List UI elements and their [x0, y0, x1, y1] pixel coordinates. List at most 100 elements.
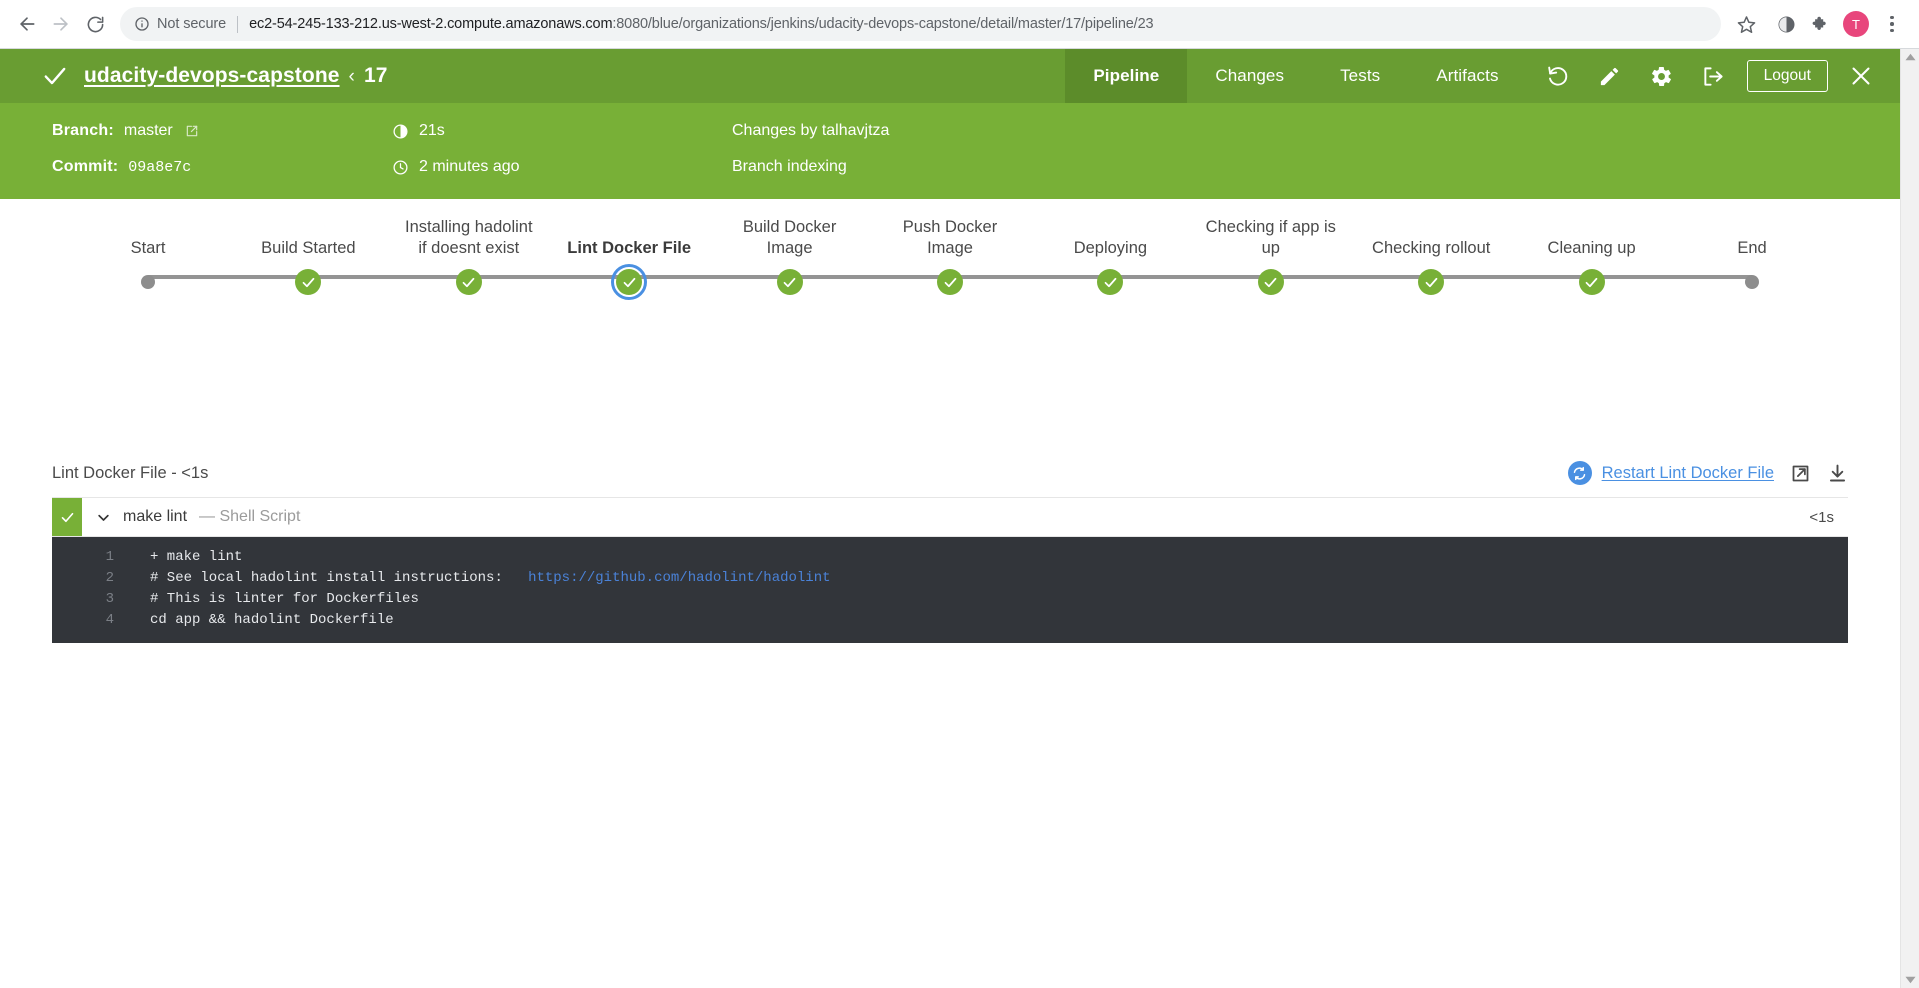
pipeline-stage-label: Push Docker Image — [902, 218, 998, 257]
stage-success-check-icon — [1097, 269, 1124, 295]
meta-cause: Branch indexing — [732, 158, 847, 176]
puzzle-piece-icon — [1812, 16, 1826, 30]
open-log-in-new-window-button[interactable] — [1790, 463, 1811, 484]
open-in-new-icon — [1792, 465, 1809, 481]
pipeline-stage[interactable]: Cleaning up — [1517, 199, 1667, 300]
pipeline-graph: Start Build Started Installing hadolint if … — [0, 199, 1900, 449]
step-name: make lint — [123, 508, 188, 525]
pipeline-stage-node[interactable] — [715, 264, 865, 300]
pipeline-stage-node[interactable] — [1517, 264, 1667, 300]
kebab-menu-icon — [1890, 15, 1894, 33]
pipeline-stage-label: Cleaning up — [1547, 239, 1636, 257]
download-log-button[interactable] — [1827, 463, 1848, 484]
console-link[interactable]: https://github.com/hadolint/hadolint — [528, 568, 830, 589]
exit-to-classic-button[interactable] — [1695, 57, 1733, 95]
forward-button[interactable] — [44, 7, 78, 41]
pipeline-stage[interactable]: Start — [73, 199, 223, 300]
tab-strip-edge — [330, 0, 520, 2]
chevron-down-icon[interactable] — [96, 510, 111, 525]
pipeline-stage[interactable]: Lint Docker File — [554, 199, 704, 300]
close-x-icon — [1852, 67, 1870, 85]
branch-value: master — [123, 122, 173, 139]
pipeline-stage-node[interactable] — [233, 264, 383, 300]
pipeline-stage-node[interactable] — [1196, 264, 1346, 300]
url-path: :8080/blue/organizations/jenkins/udacity… — [612, 16, 1154, 32]
pipeline-stage-node[interactable] — [1356, 264, 1506, 300]
project-name-link[interactable]: udacity-devops-capstone — [84, 64, 340, 88]
pipeline-stage[interactable]: Build Docker Image — [715, 199, 865, 300]
console-line: 2 # See local hadolint install instructio… — [52, 568, 1848, 589]
scroll-down-arrow-icon[interactable] — [1904, 976, 1916, 984]
browser-menu-button[interactable] — [1875, 7, 1909, 41]
browser-toolbar: Not secure ec2-54-245-133-212.us-west-2.… — [0, 0, 1919, 49]
stage-success-check-icon — [295, 269, 322, 295]
pipeline-stage-node[interactable] — [73, 264, 223, 300]
close-run-button[interactable] — [1842, 57, 1880, 95]
rerun-button[interactable] — [1539, 57, 1577, 95]
run-header: udacity-devops-capstone ‹ 17 Pipeline Ch… — [0, 49, 1900, 103]
pipeline-stage-node[interactable] — [394, 264, 544, 300]
pipeline-stage[interactable]: End — [1677, 199, 1827, 300]
scroll-up-arrow-icon[interactable] — [1904, 53, 1916, 61]
external-link-icon[interactable] — [185, 124, 199, 138]
meta-row-commit: Commit: 09a8e7c 2 minutes ago Branch ind… — [0, 149, 1900, 185]
meta-duration: 21s — [392, 122, 732, 140]
console-line: 4 cd app && hadolint Dockerfile — [52, 610, 1848, 631]
logout-button[interactable]: Logout — [1746, 60, 1828, 92]
commit-label: Commit: — [52, 158, 119, 175]
bookmark-button[interactable] — [1729, 7, 1763, 41]
restart-circle-icon — [1567, 461, 1592, 485]
run-meta-bar: Branch: master 21s Changes by talhavjtza… — [0, 103, 1900, 199]
pipeline-stage[interactable]: Checking rollout — [1356, 199, 1506, 300]
console-output[interactable]: 1 + make lint 2 # See local hadolint instal… — [52, 537, 1848, 643]
reload-button[interactable] — [78, 7, 112, 41]
pipeline-stage[interactable]: Installing hadolint if doesnt exist — [394, 199, 544, 300]
meta-row-branch: Branch: master 21s Changes by talhavjtza — [0, 113, 1900, 149]
console-line-number: 1 — [105, 549, 114, 565]
profile-avatar[interactable]: T — [1843, 11, 1869, 37]
console-line-text: cd app && hadolint Dockerfile — [150, 612, 394, 628]
stage-log-actions: Restart Lint Docker File — [1567, 461, 1848, 485]
settings-button[interactable] — [1643, 57, 1681, 95]
stage-log-section: Lint Docker File - <1s Restart Lint Dock… — [0, 461, 1900, 643]
stage-success-check-icon — [776, 269, 803, 295]
pipeline-stage-label: Checking if app is up — [1205, 218, 1336, 257]
forward-arrow-icon — [53, 17, 68, 31]
step-type: — Shell Script — [199, 508, 301, 525]
page-scrollbar[interactable] — [1900, 49, 1919, 988]
address-bar[interactable]: Not secure ec2-54-245-133-212.us-west-2.… — [120, 7, 1721, 41]
stage-success-check-icon — [1418, 269, 1445, 295]
pipeline-stage-node[interactable] — [554, 264, 704, 300]
changes-by-text: Changes by talhavjtza — [732, 122, 890, 139]
back-button[interactable] — [10, 7, 44, 41]
info-circle-icon — [134, 16, 150, 32]
console-line-number: 4 — [105, 612, 114, 628]
step-duration: <1s — [1809, 508, 1834, 526]
run-status-check-icon — [42, 63, 68, 89]
pipeline-stage-node[interactable] — [1035, 264, 1185, 300]
tab-changes[interactable]: Changes — [1187, 49, 1312, 103]
pencil-edit-icon — [1600, 67, 1619, 85]
log-step-row[interactable]: make lint — Shell Script <1s — [52, 497, 1848, 537]
browser-profile-circle-icon[interactable] — [1769, 7, 1803, 41]
download-icon — [1829, 464, 1846, 481]
pipeline-stage-node[interactable] — [875, 264, 1025, 300]
restart-stage-link[interactable]: Restart Lint Docker File — [1567, 461, 1774, 485]
pipeline-stage-label: Installing hadolint if doesnt exist — [405, 218, 533, 257]
tab-tests[interactable]: Tests — [1312, 49, 1408, 103]
page-title: udacity-devops-capstone ‹ 17 — [84, 64, 388, 88]
step-status-check-icon — [52, 498, 82, 536]
pipeline-stage-label: Deploying — [1073, 239, 1148, 257]
tab-artifacts[interactable]: Artifacts — [1408, 49, 1526, 103]
step-main[interactable]: make lint — Shell Script — [82, 498, 1809, 536]
pipeline-stage[interactable]: Checking if app is up — [1196, 199, 1346, 300]
extensions-button[interactable] — [1803, 7, 1837, 41]
edit-pipeline-button[interactable] — [1591, 57, 1629, 95]
pipeline-stage-node[interactable] — [1677, 264, 1827, 300]
pipeline-stage[interactable]: Push Docker Image — [875, 199, 1025, 300]
blue-ocean-app: udacity-devops-capstone ‹ 17 Pipeline Ch… — [0, 49, 1900, 988]
gear-icon — [1652, 66, 1672, 86]
pipeline-stage[interactable]: Deploying — [1035, 199, 1185, 300]
pipeline-stage[interactable]: Build Started — [233, 199, 383, 300]
tab-pipeline[interactable]: Pipeline — [1065, 49, 1188, 103]
